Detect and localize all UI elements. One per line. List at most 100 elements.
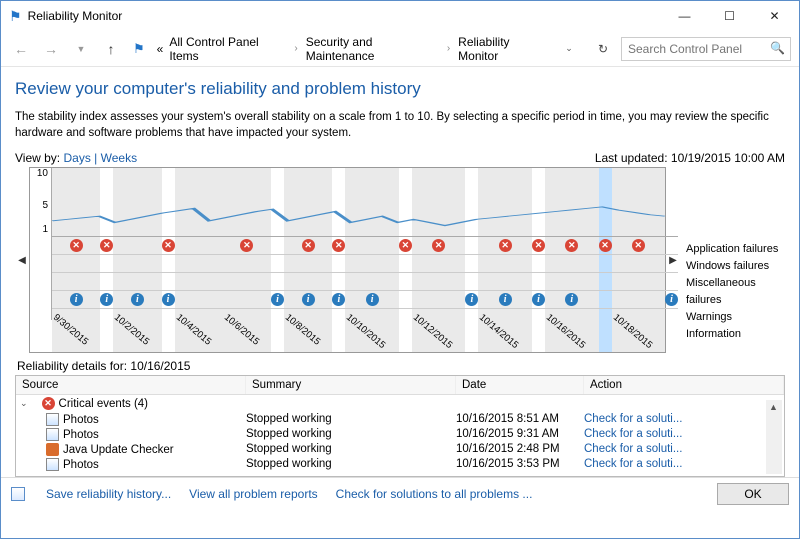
action-link[interactable]: Check for a soluti...: [584, 443, 784, 456]
chart-column[interactable]: ✕10/12/2015: [412, 168, 466, 352]
info-icon: i: [465, 293, 478, 306]
check-solutions-link[interactable]: Check for solutions to all problems ...: [336, 487, 533, 501]
source-cell: Photos: [63, 459, 99, 471]
table-header[interactable]: Source Summary Date Action: [16, 376, 784, 395]
group-label: Critical events (4): [59, 398, 148, 410]
minimize-button[interactable]: —: [662, 2, 707, 30]
search-box[interactable]: 🔍: [621, 37, 791, 61]
page-description: The stability index assesses your system…: [15, 109, 785, 141]
address-dropdown[interactable]: ⌄: [557, 37, 581, 61]
col-action[interactable]: Action: [584, 376, 784, 394]
info-icon: i: [499, 293, 512, 306]
info-icon: i: [532, 293, 545, 306]
error-icon: ✕: [565, 239, 578, 252]
chart-column[interactable]: ✕i10/14/2015: [478, 168, 532, 352]
close-button[interactable]: ✕: [752, 2, 797, 30]
maximize-button[interactable]: ☐: [707, 2, 752, 30]
flag-icon: ⚑: [133, 41, 145, 57]
search-input[interactable]: [621, 37, 791, 61]
summary-cell: Stopped working: [246, 443, 456, 456]
legend-win-failures: Windows failures: [686, 258, 785, 275]
forward-button: →: [39, 37, 63, 61]
action-link[interactable]: Check for a soluti...: [584, 428, 784, 441]
refresh-button[interactable]: ↻: [591, 37, 615, 61]
table-row[interactable]: PhotosStopped working10/16/2015 9:31 AMC…: [16, 427, 784, 442]
scroll-up-icon: ▲: [769, 402, 778, 412]
chevron-right-icon: ›: [443, 43, 454, 54]
save-icon: [11, 487, 25, 501]
breadcrumb-item[interactable]: Security and Maintenance: [304, 33, 441, 65]
back-button[interactable]: ←: [9, 37, 33, 61]
app-icon: [46, 428, 59, 441]
flag-icon: ⚑: [9, 8, 22, 25]
source-cell: Java Update Checker: [63, 444, 174, 456]
search-icon[interactable]: 🔍: [770, 41, 785, 55]
page-title: Review your computer's reliability and p…: [15, 79, 785, 99]
window-title: Reliability Monitor: [28, 9, 662, 23]
breadcrumb-prefix[interactable]: «: [155, 40, 166, 58]
view-days-link[interactable]: Days: [63, 151, 90, 165]
error-icon: ✕: [632, 239, 645, 252]
last-updated-value: 10/19/2015 10:00 AM: [671, 151, 785, 165]
java-icon: [46, 443, 59, 456]
chart-column[interactable]: i: [665, 168, 678, 352]
error-icon: ✕: [162, 239, 175, 252]
legend-app-failures: Application failures: [686, 241, 785, 258]
scrollbar[interactable]: ▲: [766, 400, 782, 474]
info-icon: i: [131, 293, 144, 306]
view-all-link[interactable]: View all problem reports: [189, 487, 318, 501]
details-for-label: Reliability details for:: [17, 359, 127, 373]
action-link[interactable]: Check for a soluti...: [584, 413, 784, 426]
chevron-right-icon: ›: [290, 43, 301, 54]
scroll-left-button[interactable]: ◀: [15, 167, 29, 353]
legend-information: Information: [686, 326, 785, 343]
legend-misc-failures: Miscellaneous failures: [686, 275, 785, 309]
title-bar: ⚑ Reliability Monitor — ☐ ✕: [1, 1, 799, 31]
view-weeks-link[interactable]: Weeks: [101, 151, 137, 165]
summary-cell: Stopped working: [246, 413, 456, 426]
info-icon: i: [565, 293, 578, 306]
breadcrumb-item[interactable]: All Control Panel Items: [167, 33, 288, 65]
chart-column[interactable]: ✕10/6/2015: [223, 168, 271, 352]
chart-column[interactable]: 10/4/2015: [175, 168, 223, 352]
breadcrumb[interactable]: « All Control Panel Items › Security and…: [155, 33, 551, 65]
app-icon: [46, 458, 59, 471]
up-button[interactable]: ↑: [99, 37, 123, 61]
chart-column[interactable]: ✕i10/8/2015: [284, 168, 332, 352]
date-cell: 10/16/2015 9:31 AM: [456, 428, 584, 441]
error-icon: ✕: [70, 239, 83, 252]
chart-column[interactable]: ✕10/18/2015: [612, 168, 666, 352]
col-summary[interactable]: Summary: [246, 376, 456, 394]
info-icon: i: [70, 293, 83, 306]
summary-cell: Stopped working: [246, 428, 456, 441]
col-date[interactable]: Date: [456, 376, 584, 394]
source-cell: Photos: [63, 414, 99, 426]
save-history-link[interactable]: Save reliability history...: [46, 487, 171, 501]
chart-column[interactable]: i10/10/2015: [345, 168, 399, 352]
info-icon: i: [162, 293, 175, 306]
error-icon: ✕: [599, 239, 612, 252]
table-row[interactable]: Java Update CheckerStopped working10/16/…: [16, 442, 784, 457]
info-icon: i: [665, 293, 678, 306]
chart-column[interactable]: ✕i9/30/2015: [52, 168, 100, 352]
table-row[interactable]: Photos Stopped working10/16/2015 8:51 AMC…: [16, 412, 784, 427]
col-source[interactable]: Source: [16, 376, 246, 394]
y-axis: 10 5 1: [30, 168, 52, 320]
recent-dropdown[interactable]: ▼: [69, 37, 93, 61]
error-icon: ✕: [532, 239, 545, 252]
chart-column[interactable]: ✕i10/16/2015: [545, 168, 599, 352]
group-header[interactable]: ⌄ ✕ Critical events (4): [16, 395, 784, 412]
last-updated-label: Last updated:: [595, 151, 668, 165]
action-link[interactable]: Check for a soluti...: [584, 458, 784, 471]
table-row[interactable]: PhotosStopped working10/16/2015 3:53 PMC…: [16, 457, 784, 472]
footer: Save reliability history... View all pro…: [1, 477, 799, 509]
chart-column[interactable]: i10/2/2015: [113, 168, 161, 352]
collapse-icon[interactable]: ⌄: [20, 398, 28, 409]
reliability-chart[interactable]: 10 5 1 ✕i9/30/2015✕ii10/2/2015✕i10/4/201…: [29, 167, 666, 353]
error-icon: ✕: [499, 239, 512, 252]
date-cell: 10/16/2015 8:51 AM: [456, 413, 584, 426]
error-icon: ✕: [399, 239, 412, 252]
breadcrumb-item[interactable]: Reliability Monitor: [456, 33, 551, 65]
error-icon: ✕: [42, 397, 55, 410]
ok-button[interactable]: OK: [717, 483, 789, 505]
